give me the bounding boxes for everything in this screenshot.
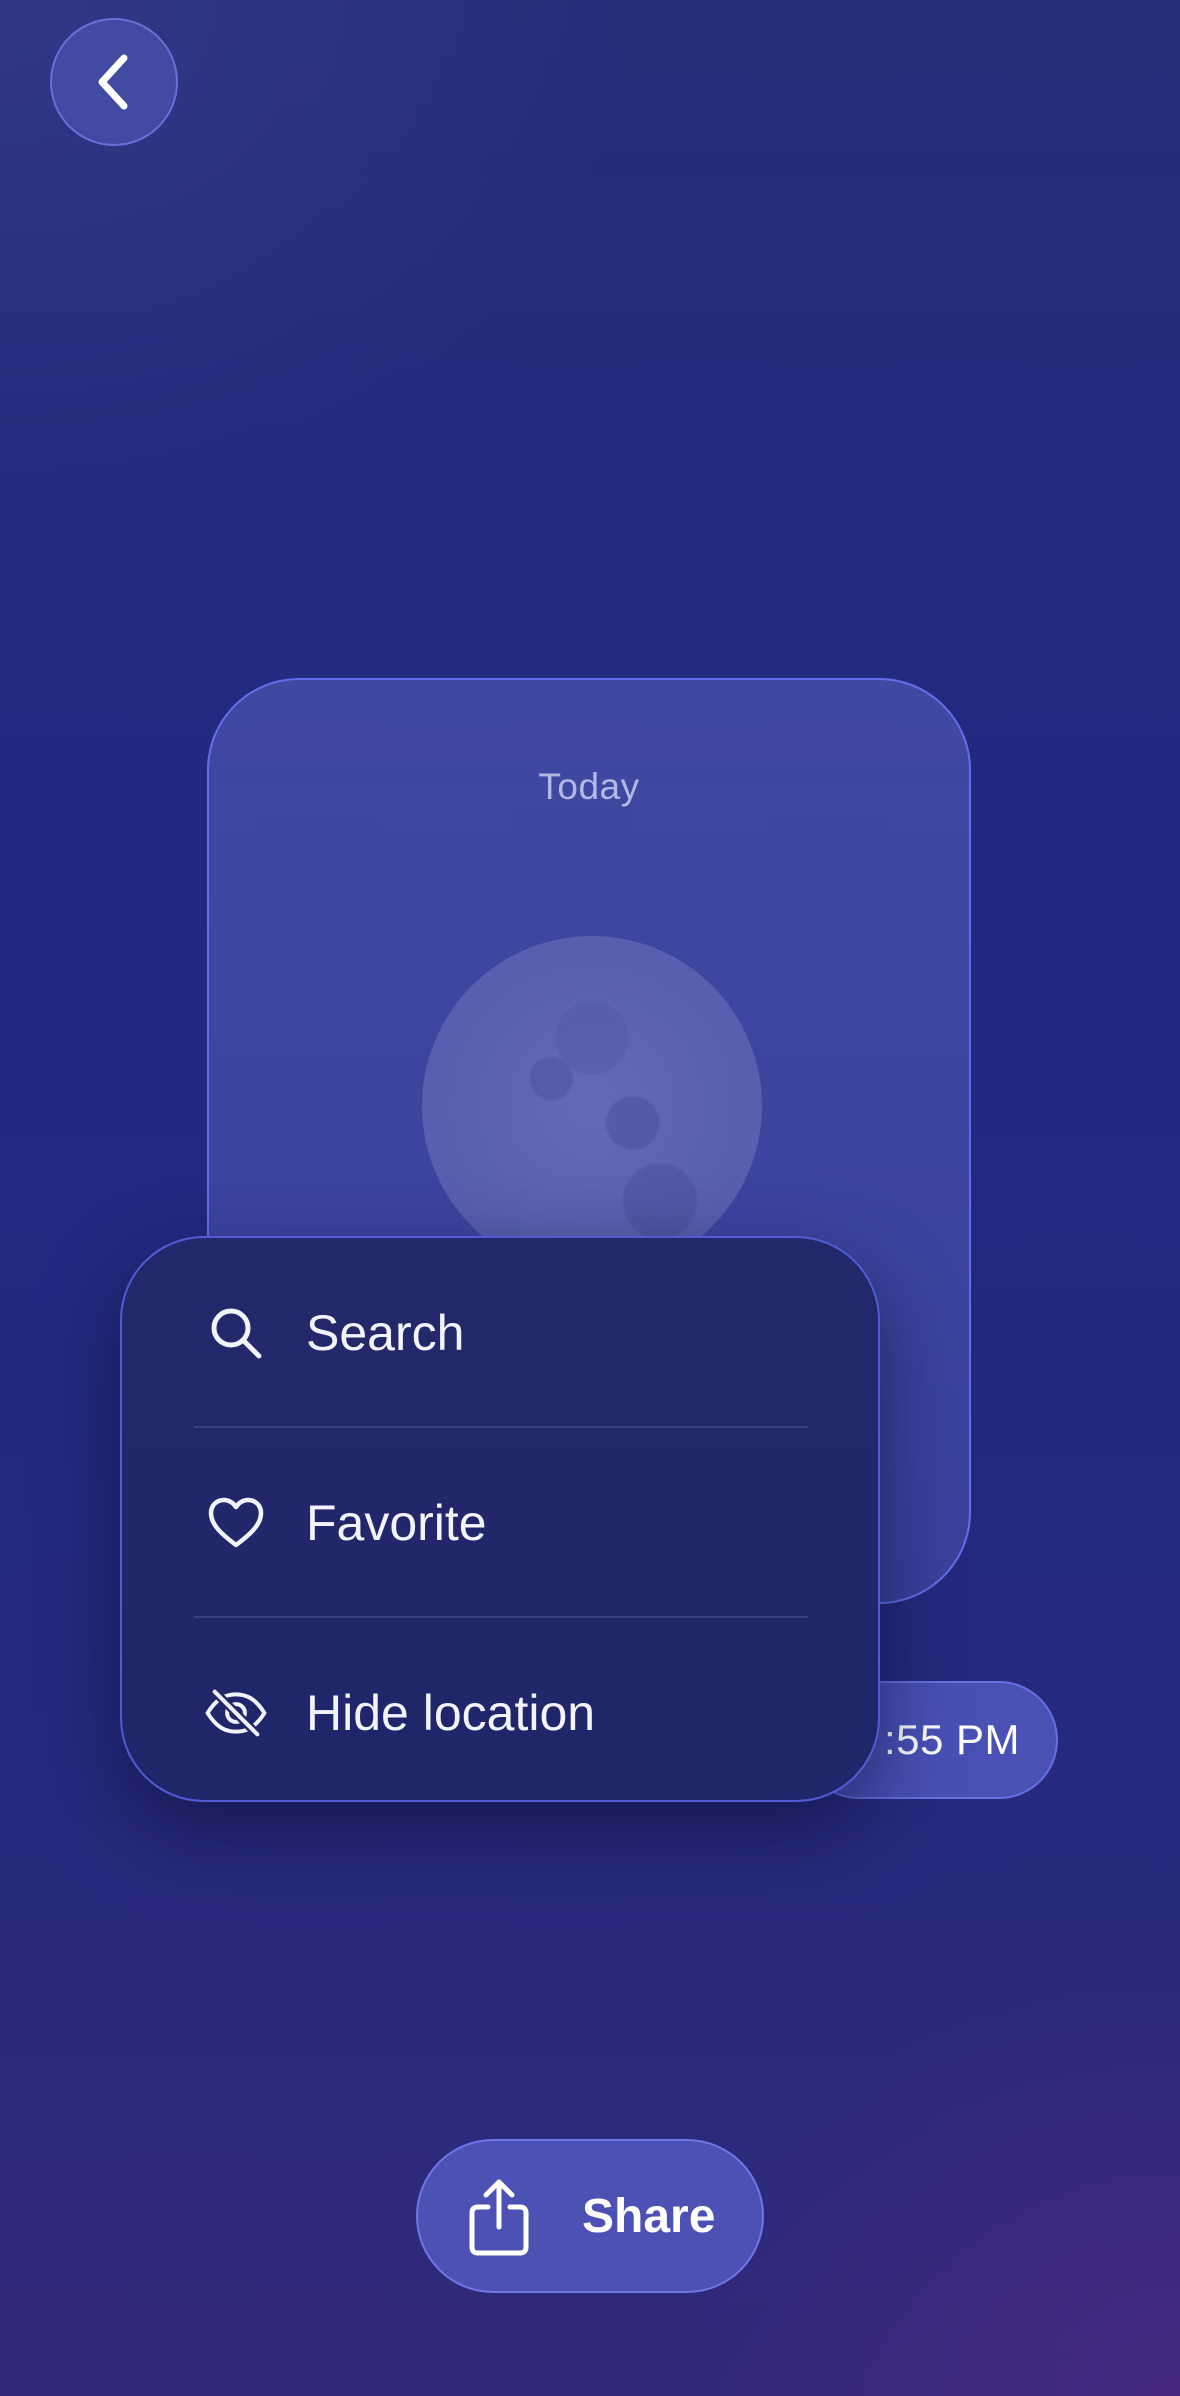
time-text: :55 PM	[883, 1716, 1020, 1763]
heart-icon	[204, 1491, 268, 1555]
back-button[interactable]	[50, 18, 178, 146]
share-button[interactable]: Share	[416, 2139, 764, 2293]
menu-item-label: Favorite	[306, 1495, 487, 1551]
eye-slash-icon	[204, 1681, 268, 1745]
menu-item-label: Search	[306, 1305, 465, 1361]
share-label: Share	[582, 2189, 716, 2243]
moon-image	[422, 936, 762, 1276]
menu-item-search[interactable]: Search	[122, 1238, 878, 1428]
search-icon	[204, 1301, 268, 1365]
widget-day-label: Today	[538, 766, 640, 807]
menu-item-label: Hide location	[306, 1685, 596, 1741]
menu-item-favorite[interactable]: Favorite	[122, 1428, 878, 1618]
share-icon	[469, 2179, 529, 2256]
menu-item-hide-location[interactable]: Hide location	[122, 1618, 878, 1800]
chevron-left-icon	[98, 54, 128, 110]
context-menu: Search Favorite Hide location	[120, 1236, 880, 1802]
